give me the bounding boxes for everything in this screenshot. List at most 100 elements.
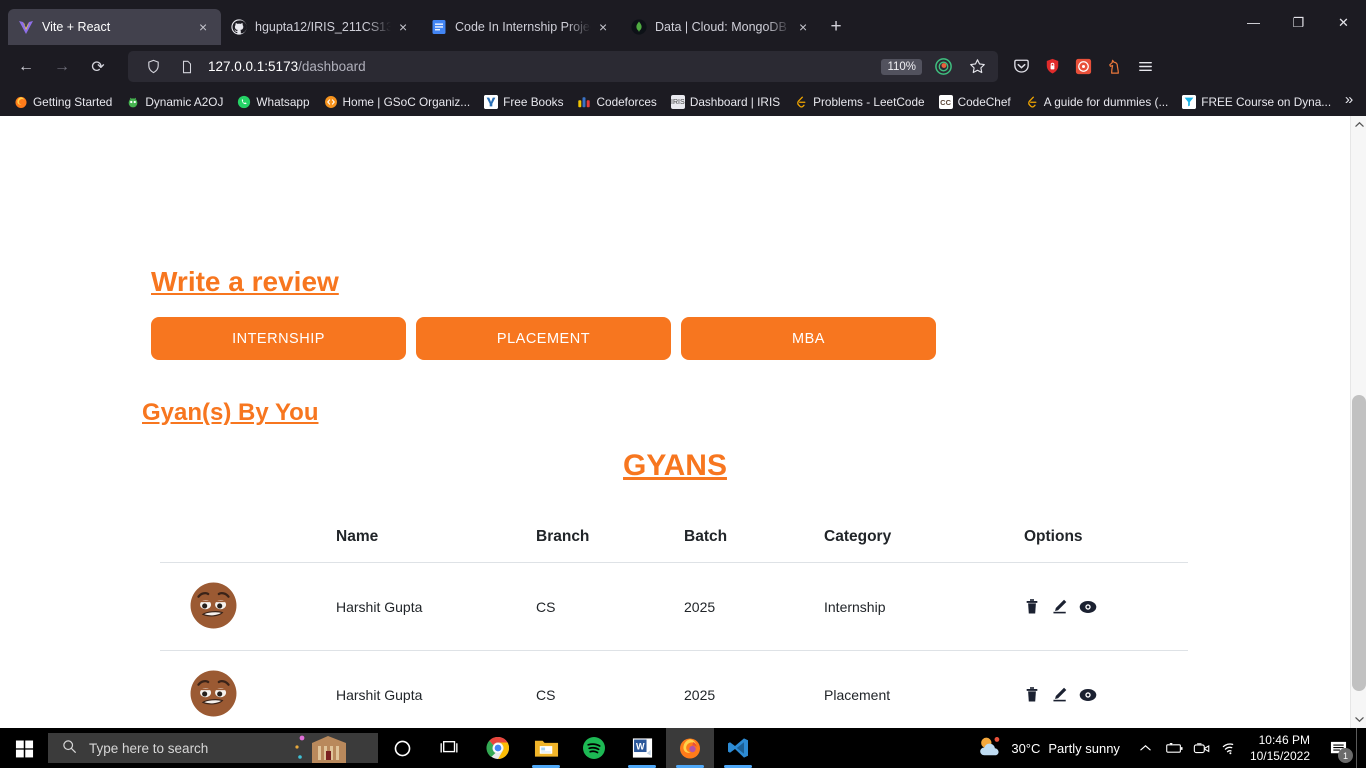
weather-widget[interactable]: 30°C Partly sunny [977,735,1132,762]
new-tab-button[interactable]: + [821,12,851,42]
avatar [187,670,240,723]
leetcode-icon [1025,95,1039,109]
task-view-icon[interactable] [426,728,474,768]
cell-batch: 2025 [684,650,824,728]
internship-button[interactable]: INTERNSHIP [151,317,406,360]
tab-label: Data | Cloud: MongoDB Cloud [655,20,791,34]
extension-icon[interactable] [1070,54,1096,80]
close-icon[interactable]: × [399,20,413,34]
write-a-review-link[interactable]: Write a review [151,266,339,298]
forward-button[interactable]: → [46,52,78,82]
table-row: Harshit Gupta CS 2025 Internship [160,562,1188,651]
notification-center-icon[interactable]: 1 [1320,728,1356,768]
scroll-down-arrow[interactable] [1351,711,1366,728]
tab-label: Code In Internship Project - Goo [455,20,591,34]
bookmark-iris-dashboard[interactable]: IRIS Dashboard | IRIS [665,93,786,111]
shield-icon[interactable] [140,54,166,80]
bookmark-free-books[interactable]: Free Books [478,93,569,111]
edit-icon[interactable] [1051,598,1068,615]
word-icon[interactable]: W [618,728,666,768]
column-options: Options [1024,528,1083,545]
delete-icon[interactable] [1024,686,1040,703]
url-path: /dashboard [298,59,366,74]
notification-badge: 1 [1338,748,1353,763]
reader-icon[interactable] [930,54,956,80]
bookmark-whatsapp[interactable]: Whatsapp [231,93,315,111]
windows-start-icon[interactable] [0,728,48,768]
mba-button[interactable]: MBA [681,317,936,360]
tab-label: Vite + React [42,20,111,34]
spotify-icon[interactable] [570,728,618,768]
hamburger-menu-icon[interactable] [1132,54,1158,80]
reload-button[interactable]: ⟳ [82,52,114,82]
chevron-up-icon[interactable] [1132,728,1160,768]
chess-knight-icon[interactable] [1101,54,1127,80]
vscode-icon[interactable] [714,728,762,768]
view-icon[interactable] [1079,688,1097,702]
bookmark-leetcode[interactable]: Problems - LeetCode [788,93,930,111]
wifi-icon[interactable] [1216,728,1244,768]
url-host: 127.0.0.1:5173 [208,59,299,74]
bookmark-free-course-dynamic[interactable]: FREE Course on Dyna... [1176,93,1337,111]
show-desktop-button[interactable] [1356,728,1362,768]
close-icon[interactable]: × [599,20,613,34]
pocket-icon[interactable] [1008,54,1034,80]
browser-tab-vite-react[interactable]: Vite + React × [8,9,221,45]
view-icon[interactable] [1079,600,1097,614]
browser-tab-github[interactable]: hgupta12/IRIS_211CS130_2_MER × [221,9,421,45]
bookmark-codechef[interactable]: CC CodeChef [933,93,1017,111]
close-icon[interactable]: × [199,20,213,34]
bookmark-codeforces[interactable]: Codeforces [571,93,662,111]
delete-icon[interactable] [1024,598,1040,615]
github-icon [231,19,247,35]
search-input[interactable]: Type here to search [48,733,378,763]
bookmark-getting-started[interactable]: Getting Started [8,93,118,111]
zoom-level-indicator[interactable]: 110% [881,58,922,75]
minimize-button[interactable]: — [1231,3,1276,43]
bookmark-label: Problems - LeetCode [813,95,925,109]
cell-branch: CS [536,650,684,728]
placement-button[interactable]: PLACEMENT [416,317,671,360]
chrome-icon[interactable] [474,728,522,768]
browser-tab-google-docs[interactable]: Code In Internship Project - Goo × [421,9,621,45]
camera-icon[interactable] [1188,728,1216,768]
search-placeholder: Type here to search [89,740,209,756]
iris-icon: IRIS [670,95,685,109]
screen: Vite + React × hgupta12/IRIS_211CS130_2_… [0,0,1366,768]
cell-name: Harshit Gupta [336,650,536,728]
scrollbar-thumb[interactable] [1352,395,1366,691]
battery-icon[interactable] [1160,728,1188,768]
browser-tab-mongodb[interactable]: Data | Cloud: MongoDB Cloud × [621,9,821,45]
bookmark-label: A guide for dummies (... [1043,95,1169,109]
row-actions [1024,686,1188,703]
cortana-icon[interactable] [378,728,426,768]
google-docs-icon [431,19,447,35]
close-icon[interactable]: × [799,20,813,34]
dashboard-page: Write a review INTERNSHIP PLACEMENT MBA … [0,116,1350,728]
back-button[interactable]: ← [10,52,42,82]
taskbar-clock[interactable]: 10:46 PM 10/15/2022 [1244,732,1320,764]
firefox-browser-window: Vite + React × hgupta12/IRIS_211CS130_2_… [0,0,1366,728]
firefox-icon[interactable] [666,728,714,768]
gyans-table: Name Branch Batch Category Options Harsh… [160,516,1188,728]
bookmark-gsoc[interactable]: Home | GSoC Organiz... [318,93,477,111]
edit-icon[interactable] [1051,686,1068,703]
address-bar[interactable]: 127.0.0.1:5173/dashboard 110% [128,51,998,82]
maximize-button[interactable]: ❐ [1276,3,1321,43]
page-scrollbar[interactable] [1350,116,1366,728]
clock-time: 10:46 PM [1258,732,1310,747]
table-row: Harshit Gupta CS 2025 Placement [160,650,1188,728]
scroll-up-arrow[interactable] [1351,116,1366,133]
bookmark-star-icon[interactable] [964,54,990,80]
table-head: Name Branch Batch Category Options [160,516,1188,563]
bookmark-dynamic-a2oj[interactable]: Dynamic A2OJ [120,93,229,111]
leetcode-icon [794,95,808,109]
clock-date: 10/15/2022 [1249,749,1310,763]
close-window-button[interactable]: ✕ [1321,3,1366,43]
file-explorer-icon[interactable] [522,728,570,768]
lock-shield-icon[interactable] [1039,54,1065,80]
bookmark-guide-for-dummies[interactable]: A guide for dummies (... [1019,93,1175,111]
firefox-icon [14,95,28,109]
gyans-by-you-link[interactable]: Gyan(s) By You [142,399,318,427]
bookmarks-overflow-icon[interactable]: » [1338,91,1360,108]
